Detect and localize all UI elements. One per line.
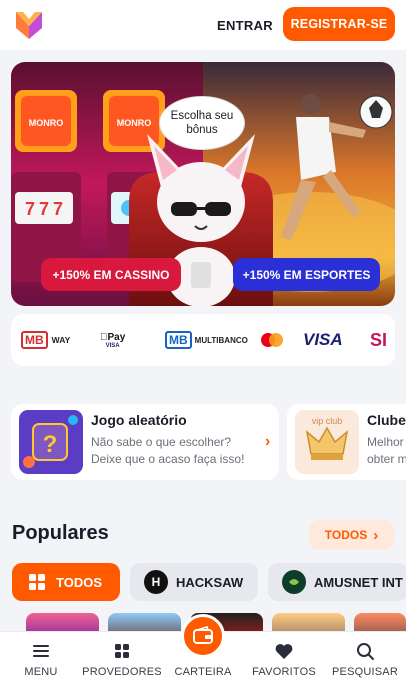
vip-club-card[interactable]: vip club Clube Melhor obter m [287,404,406,480]
hacksaw-icon: H [144,570,168,594]
heart-icon [275,644,293,659]
slot-sign-right: MONRO [117,118,152,128]
payment-methods: MB WAY Pay VISA MB MULTIBANCO VISA SI [11,314,395,366]
slot-reel-2: 7 [39,199,49,219]
applepay-logo: Pay VISA [100,331,125,349]
login-button[interactable]: ENTRAR [214,12,276,38]
filter-chip-all[interactable]: TODOS [12,563,120,601]
wallet-button[interactable] [181,614,225,658]
visa-logo: VISA [303,330,343,349]
wallet-icon [193,626,213,644]
grid-icon [28,573,46,591]
menu-icon [33,645,49,657]
filter-chip-hacksaw[interactable]: H HACKSAW [130,563,258,601]
monro-logo[interactable] [14,8,44,40]
slot-reel-1: 7 [25,199,35,219]
nav-providers[interactable]: PROVEDORES [82,632,162,696]
register-button[interactable]: REGISTRAR-SE [283,7,395,41]
casino-bonus-button[interactable]: +150% EM CASSINO [41,258,181,291]
grid-icon [115,644,129,658]
svg-text:vip club: vip club [312,416,343,426]
card-title: Clube [367,412,406,428]
filter-chip-amusnet[interactable]: AMUSNET INT [268,563,406,601]
nav-favorites[interactable]: FAVORITOS [244,632,324,696]
card-description: Melhor obter m [367,435,406,466]
see-all-button[interactable]: TODOS › [309,520,394,550]
svg-text:?: ? [43,431,58,458]
card-description: Não sabe o que escolher? Deixe que o aca… [91,435,245,466]
card-title: Jogo aleatório [91,412,187,428]
search-icon [357,643,374,660]
amusnet-icon [282,570,306,594]
sports-bonus-button[interactable]: +150% EM ESPORTES [233,258,380,291]
mastercard-logo [259,314,285,366]
multibanco-logo: MB MULTIBANCO [165,314,248,366]
mbway-logo: MB WAY [21,314,70,366]
nav-menu[interactable]: MENU [1,632,81,696]
section-title: Populares [12,522,109,544]
slot-reel-3: 7 [53,199,63,219]
chevron-right-icon: › [373,526,379,544]
slot-sign-left: MONRO [29,118,64,128]
sibs-logo: SI [370,329,388,350]
chevron-right-icon[interactable]: › [265,433,270,451]
random-game-card[interactable]: ? Jogo aleatório Não sabe o que escolher… [11,404,279,480]
nav-search[interactable]: PESQUISAR [325,632,405,696]
top-header: ENTRAR REGISTRAR-SE [0,0,406,50]
random-game-thumb: ? [19,410,83,474]
bonus-bubble: Escolha seu bônus [159,96,245,150]
hero-banner[interactable]: MONRO MONRO 7 7 7 Escolha seu bônus +150… [11,62,395,306]
vip-club-thumb: vip club [295,410,359,474]
